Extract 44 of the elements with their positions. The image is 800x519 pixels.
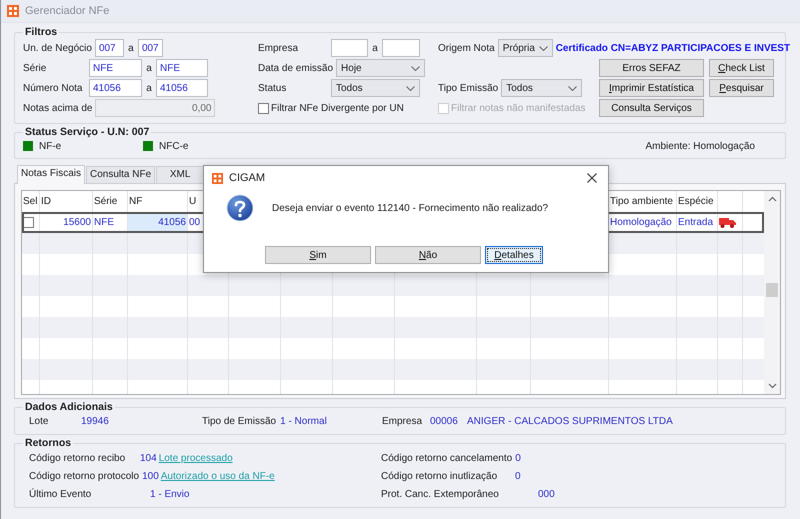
table-cell: 41056	[128, 212, 188, 233]
field-label: Tipo Emissão	[438, 82, 500, 94]
service-label: NFC-e	[159, 140, 188, 152]
return-code: 1 - Envio	[150, 488, 190, 500]
field-value: 1 - Normal	[280, 416, 327, 426]
window-title: Gerenciador NFe	[25, 5, 110, 17]
dialog-title: CIGAM	[229, 172, 266, 184]
group-title: Retornos	[24, 437, 72, 449]
field-label: Un. de Negócio	[23, 42, 93, 54]
field-label: Tipo de Emissão	[202, 416, 278, 426]
field-value: 19946	[81, 416, 109, 426]
field-label: Código retorno protocolo	[29, 470, 140, 482]
range-separator: a	[371, 42, 379, 54]
field-label: Lote	[29, 416, 50, 426]
field-label: Origem Nota	[438, 42, 496, 54]
field-label: Status	[258, 82, 288, 94]
field-label: Código retorno recibo	[29, 452, 126, 464]
dialog-message: Deseja enviar o evento 112140 - Fornecimento não realizado?	[272, 202, 548, 214]
field-label: Série	[23, 62, 48, 74]
range-separator: a	[145, 82, 153, 94]
range-separator: a	[127, 42, 135, 54]
environment-label: Ambiente: Homologação	[645, 140, 755, 152]
company-name: ANIGER - CALCADOS SUPRIMENTOS LTDA	[467, 416, 673, 426]
range-separator: a	[145, 62, 153, 74]
field-label: Prot. Canc. Extemporâneo	[381, 488, 500, 500]
field-label: Código retorno inutlização	[381, 470, 498, 482]
group-title: Dados Adicionais	[24, 401, 114, 413]
return-code: 100	[142, 470, 159, 482]
return-code: 104	[140, 452, 157, 464]
return-code: 000	[538, 488, 555, 500]
return-code: 0	[515, 470, 521, 482]
field-value: 00006	[430, 416, 459, 426]
field-label: Código retorno cancelamento	[381, 452, 514, 464]
field-label: Empresa	[258, 42, 300, 54]
return-code: 0	[515, 452, 521, 464]
certificate-text: Certificado CN=ABYZ PARTICIPACOES E INVEST	[556, 42, 790, 54]
service-label: NF-e	[39, 140, 62, 152]
field-label: Notas acima de	[23, 102, 94, 114]
field-label: Último Evento	[29, 488, 92, 500]
group-title: Filtros	[24, 26, 58, 38]
field-label: Número Nota	[23, 82, 84, 94]
field-label: Data de emissão	[258, 62, 334, 74]
group-title: Status Serviço - U.N: 007	[24, 126, 150, 138]
field-label: Empresa	[382, 416, 424, 426]
